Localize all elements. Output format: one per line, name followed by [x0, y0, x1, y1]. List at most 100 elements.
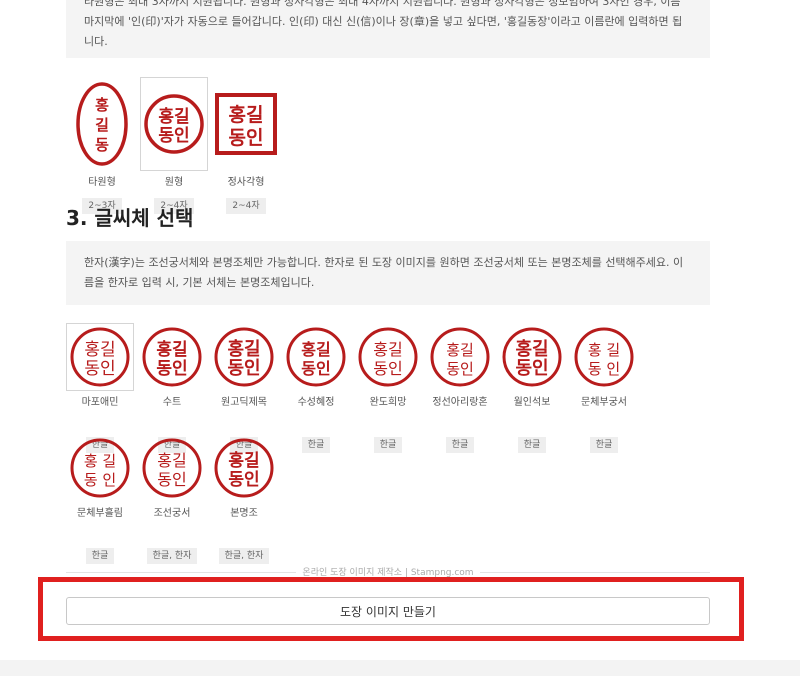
shape-option-oval[interactable]: 홍 길 동 타원형 2~3자	[69, 78, 135, 214]
stamp-glyphs: 홍길	[227, 338, 260, 360]
font-label: 원고딕제목	[221, 397, 267, 408]
circle-stamp-icon: 홍길동인	[214, 438, 274, 498]
stamp-glyphs: 홍길	[446, 341, 474, 359]
make-stamp-button[interactable]: 도장 이미지 만들기	[66, 597, 710, 625]
font-label: 수트	[162, 397, 182, 408]
font-option[interactable]: 홍길 동인 수트 한글	[139, 324, 205, 453]
stamp-glyphs: 홍길	[157, 451, 186, 470]
script-support-badge: 한글, 한자	[218, 548, 270, 564]
stamp-thumb: 홍길 동인	[427, 324, 493, 390]
stamp-glyphs: 동인	[373, 359, 402, 378]
script-support-badge: 한글	[373, 437, 403, 453]
stamp-thumb: 홍길 동인	[140, 77, 208, 171]
font-option[interactable]: 홍길 동인정선아리랑혼한글	[427, 324, 493, 453]
shape-option-square[interactable]: 홍길 동인 정사각형 2~4자	[213, 78, 279, 214]
circle-stamp-icon: 홍길동인	[286, 327, 346, 387]
stamp-glyphs: 홍길	[84, 340, 115, 360]
font-label: 완도희망	[369, 397, 407, 408]
oval-stamp-icon: 홍 길 동	[76, 82, 128, 166]
circle-stamp-icon: 홍 길동 인	[70, 438, 130, 498]
section-title-font: 3. 글씨체 선택	[66, 206, 194, 230]
char-count-badge: 2~4자	[226, 198, 266, 214]
stamp-glyphs: 동 인	[84, 471, 116, 489]
stamp-thumb: 홍길 동인	[211, 324, 277, 390]
circle-stamp-icon: 홍길 동인	[144, 94, 204, 154]
script-support-badge: 한글	[301, 437, 331, 453]
font-option[interactable]: 홍 길동 인문체부흘림한글	[67, 435, 133, 564]
shape-option-circle[interactable]: 홍길 동인 원형 2~4자	[140, 77, 208, 214]
stamp-thumb: 홍길 동인	[355, 324, 421, 390]
font-label: 수성혜정	[297, 397, 335, 408]
stamp-thumb: 홍길 동인	[499, 324, 565, 390]
circle-stamp-icon: 홍길동인	[358, 327, 418, 387]
stamp-thumb: 홍 길동 인	[571, 324, 637, 390]
font-label: 본명조	[230, 508, 258, 519]
circle-stamp-icon: 홍길동인	[214, 327, 274, 387]
stamp-glyphs: 홍길	[373, 340, 402, 359]
stamp-glyphs: 홍 길	[84, 452, 116, 470]
stamp-thumb: 홍길 동인	[66, 323, 134, 391]
svg-text:홍길: 홍길	[229, 103, 264, 126]
stamp-glyphs: 동인	[157, 470, 186, 489]
stamp-glyphs: 동인	[156, 359, 187, 379]
font-label: 조선궁서	[153, 508, 191, 519]
stamp-thumb: 홍길 동인	[139, 435, 205, 501]
script-support-badge: 한글	[589, 437, 619, 453]
circle-stamp-icon: 홍길동인	[430, 327, 490, 387]
svg-text:홍길: 홍길	[158, 106, 189, 127]
font-label: 월인석보	[513, 397, 551, 408]
stamp-glyphs: 홍길	[228, 450, 259, 471]
shape-label: 타원형	[88, 177, 116, 188]
shape-info-box: 타원형은 최대 3자까지 지원됩니다. 원형과 정사각형은 최대 4자까지 지원…	[66, 0, 710, 58]
font-label: 문체부궁서	[581, 397, 627, 408]
stamp-glyphs: 동 인	[588, 360, 620, 378]
stamp-glyphs: 홍길	[515, 338, 548, 360]
stamp-glyphs: 동인	[301, 359, 330, 378]
page-bottom-bar	[0, 660, 800, 676]
font-option[interactable]: 홍길 동인수성혜정한글	[283, 324, 349, 453]
svg-text:홍: 홍	[95, 96, 109, 114]
font-option[interactable]: 홍길 동인 원고딕제목 한글	[211, 324, 277, 453]
font-info-box: 한자(漢字)는 조선궁서체와 본명조체만 가능합니다. 한자로 된 도장 이미지…	[66, 241, 710, 305]
square-stamp-icon: 홍길 동인	[215, 93, 277, 155]
stamp-glyphs: 동인	[227, 358, 260, 379]
shape-info-text: 타원형은 최대 3자까지 지원됩니다. 원형과 정사각형은 최대 4자까지 지원…	[84, 0, 683, 48]
circle-stamp-icon: 홍 길동 인	[574, 327, 634, 387]
stamp-glyphs: 동인	[84, 359, 115, 379]
stamp-glyphs: 동인	[228, 470, 259, 490]
font-info-text: 한자(漢字)는 조선궁서체와 본명조체만 가능합니다. 한자로 된 도장 이미지…	[84, 256, 684, 289]
svg-text:동인: 동인	[229, 127, 264, 149]
stamp-glyphs: 홍길	[301, 340, 330, 359]
circle-stamp-icon: 홍길동인	[142, 438, 202, 498]
stamp-thumb: 홍길 동인	[211, 435, 277, 501]
script-support-badge: 한글	[517, 437, 547, 453]
script-support-badge: 한글, 한자	[146, 548, 198, 564]
stamp-glyphs: 동인	[446, 360, 474, 378]
font-label: 정선아리랑혼	[432, 397, 488, 408]
svg-text:길: 길	[95, 116, 109, 134]
stamp-thumb: 홍길 동인	[139, 324, 205, 390]
font-option[interactable]: 홍길 동인완도희망한글	[355, 324, 421, 453]
stamp-thumb: 홍 길 동	[69, 78, 135, 170]
script-support-badge: 한글	[85, 548, 115, 564]
script-support-badge: 한글	[445, 437, 475, 453]
page: 타원형은 최대 3자까지 지원됩니다. 원형과 정사각형은 최대 4자까지 지원…	[0, 0, 800, 676]
font-option[interactable]: 홍길 동인조선궁서한글, 한자	[139, 435, 205, 564]
font-option[interactable]: 홍 길동 인문체부궁서한글	[571, 324, 637, 453]
font-option[interactable]: 홍길 동인 마포애민 한글	[66, 323, 134, 453]
circle-stamp-icon: 홍길동인	[70, 327, 130, 387]
circle-stamp-icon: 홍길동인	[502, 327, 562, 387]
stamp-thumb: 홍길 동인	[283, 324, 349, 390]
stamp-thumb: 홍 길동 인	[67, 435, 133, 501]
font-option[interactable]: 홍길 동인월인석보한글	[499, 324, 565, 453]
stamp-glyphs: 동인	[515, 358, 548, 379]
font-label: 문체부흘림	[77, 508, 123, 519]
shape-label: 정사각형	[227, 177, 265, 188]
stamp-thumb: 홍길 동인	[213, 78, 279, 170]
stamp-glyphs: 홍길	[156, 339, 187, 360]
font-label: 마포애민	[81, 397, 119, 408]
font-option[interactable]: 홍길 동인본명조한글, 한자	[211, 435, 277, 564]
svg-text:동인: 동인	[158, 126, 189, 146]
stamp-glyphs: 홍 길	[588, 341, 620, 359]
circle-stamp-icon: 홍길동인	[142, 327, 202, 387]
